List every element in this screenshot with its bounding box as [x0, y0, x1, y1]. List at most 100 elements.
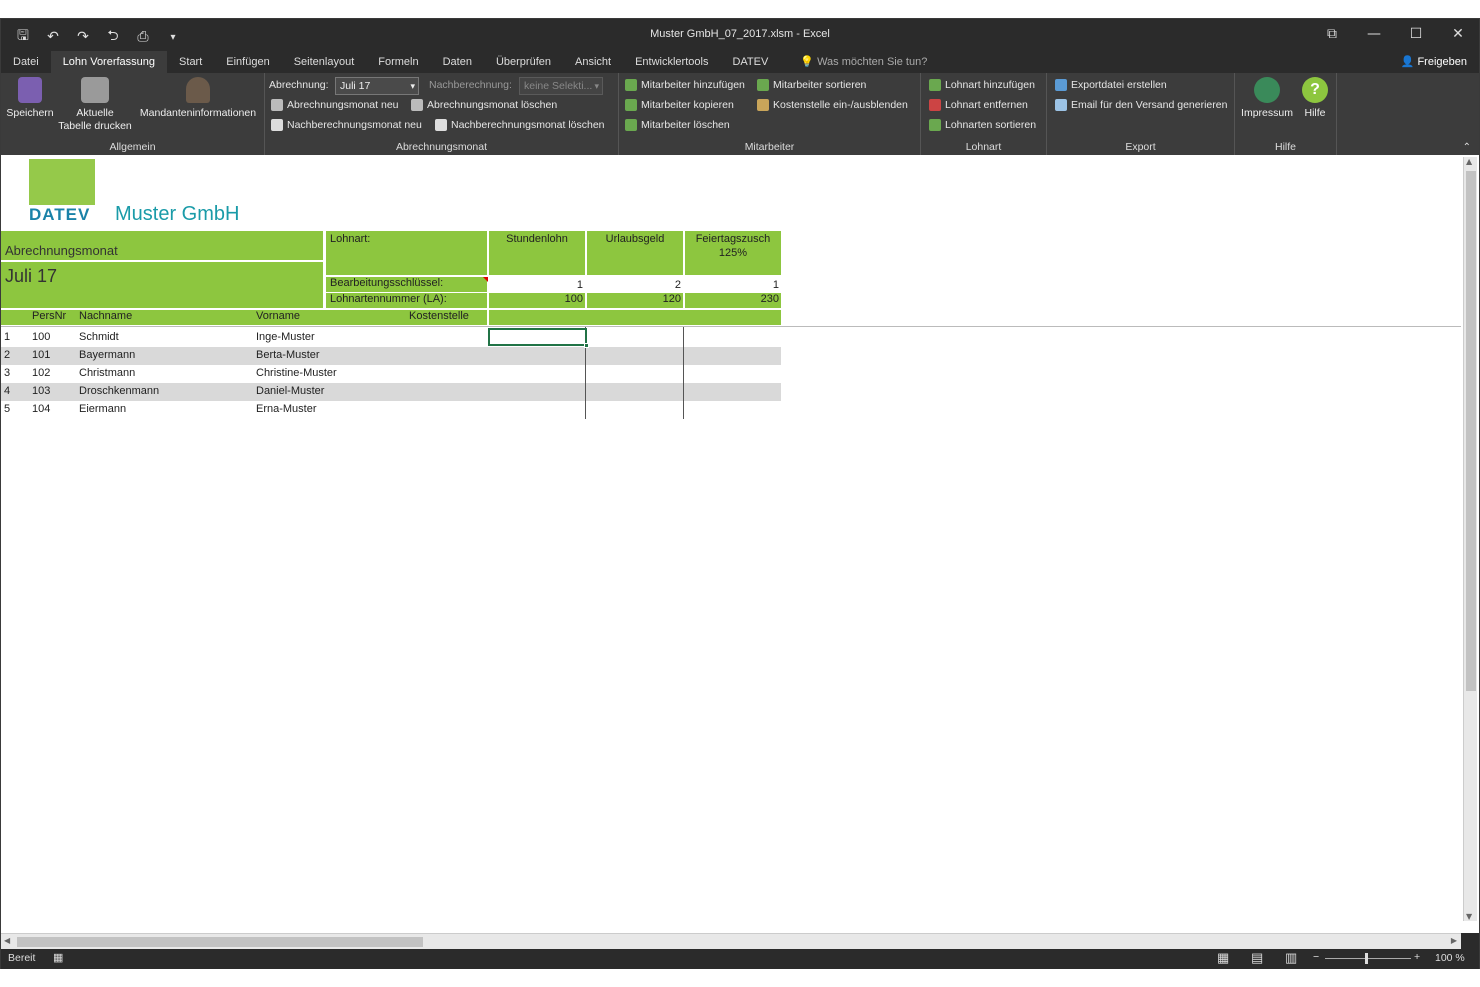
table-row[interactable]: 4 103 Droschkenmann Daniel-Muster [1, 383, 781, 401]
scroll-right-icon[interactable]: ▶ [1451, 936, 1457, 945]
wage-type-la-cell[interactable]: 230 [685, 293, 781, 308]
fill-handle[interactable] [584, 343, 589, 348]
page-layout-view-icon[interactable]: ▤ [1251, 950, 1263, 966]
wage-type-name-cell[interactable]: Feiertagszusch 125% [685, 231, 781, 275]
share-button[interactable]: 👤 Freigeben [1401, 51, 1467, 73]
delete-recalc-button[interactable]: Nachberechnungsmonat löschen [435, 119, 605, 131]
new-month-button[interactable]: Abrechnungsmonat neu [271, 99, 399, 111]
ribbon-display-icon[interactable]: ⧉ [1311, 19, 1353, 49]
cell-persnr[interactable]: 104 [32, 403, 50, 415]
tab-ueberpruefen[interactable]: Überprüfen [484, 51, 563, 73]
cell-persnr[interactable]: 103 [32, 385, 50, 397]
page-break-view-icon[interactable]: ▥ [1285, 950, 1297, 966]
tab-daten[interactable]: Daten [431, 51, 484, 73]
tab-start[interactable]: Start [167, 51, 214, 73]
generate-email-button[interactable]: Email für den Versand generieren [1055, 99, 1227, 111]
add-wage-type-button[interactable]: Lohnart hinzufügen [929, 79, 1035, 91]
wage-type-key[interactable]: 1 [489, 279, 583, 291]
cell-vorname[interactable]: Inge-Muster [256, 331, 315, 343]
sort-employees-button[interactable]: Mitarbeiter sortieren [757, 79, 866, 91]
minimize-icon[interactable]: — [1353, 19, 1395, 49]
header-kostenstelle[interactable]: Kostenstelle [409, 310, 469, 322]
worksheet[interactable]: DATEV Muster GmbH Abrechnungsmonat Juli … [1, 155, 1479, 933]
close-icon[interactable]: ✕ [1437, 19, 1479, 49]
copy-employee-button[interactable]: Mitarbeiter kopieren [625, 99, 734, 111]
sort-wage-types-button[interactable]: Lohnarten sortieren [929, 119, 1036, 131]
tab-entwicklertools[interactable]: Entwicklertools [623, 51, 720, 73]
zoom-in-icon[interactable]: + [1414, 951, 1420, 963]
scroll-left-icon[interactable]: ◀ [4, 936, 10, 945]
cell-vorname[interactable]: Berta-Muster [256, 349, 320, 361]
scroll-up-icon[interactable]: ▲ [1466, 157, 1472, 166]
month-label-cell[interactable]: Abrechnungsmonat [1, 231, 323, 261]
create-export-button[interactable]: Exportdatei erstellen [1055, 79, 1167, 91]
print-table-button[interactable]: Aktuelle Tabelle drucken [57, 77, 133, 133]
table-row[interactable]: 2 101 Bayermann Berta-Muster [1, 347, 781, 365]
remove-wage-type-button[interactable]: Lohnart entfernen [929, 99, 1028, 111]
wage-type-name-cell[interactable]: Stundenlohn [489, 231, 585, 275]
add-employee-button[interactable]: Mitarbeiter hinzufügen [625, 79, 745, 91]
scroll-down-icon[interactable]: ▼ [1466, 912, 1472, 921]
collapse-ribbon-icon[interactable]: ⌃ [1463, 142, 1471, 153]
zoom-level[interactable]: 100 % [1435, 952, 1465, 964]
delete-employee-button[interactable]: Mitarbeiter löschen [625, 119, 730, 131]
tab-einfuegen[interactable]: Einfügen [214, 51, 281, 73]
zoom-slider-thumb[interactable] [1365, 953, 1368, 964]
la-label-cell[interactable]: Lohnartennummer (LA): [326, 293, 487, 308]
vertical-scrollbar[interactable]: ▲ ▼ [1463, 157, 1477, 921]
tell-me-box[interactable]: 💡 Was möchten Sie tun? [788, 51, 939, 73]
table-row[interactable]: 5 104 Eiermann Erna-Muster [1, 401, 781, 419]
abrechnung-dropdown[interactable]: Juli 17 ▾ [335, 77, 419, 95]
tab-formeln[interactable]: Formeln [366, 51, 430, 73]
key-label-cell[interactable]: Bearbeitungsschlüssel: [326, 277, 487, 292]
vertical-scroll-thumb[interactable] [1466, 171, 1476, 691]
table-row[interactable]: 3 102 Christmann Christine-Muster [1, 365, 781, 383]
cell-persnr[interactable]: 100 [32, 331, 50, 343]
wage-type-la-cell[interactable]: 120 [587, 293, 683, 308]
horizontal-scrollbar[interactable]: ◀ ▶ [1, 933, 1461, 949]
active-cell-selection[interactable] [488, 328, 587, 346]
wage-type-key[interactable]: 2 [587, 279, 681, 291]
save-button[interactable]: Speichern [5, 77, 55, 120]
horizontal-scroll-thumb[interactable] [17, 937, 423, 947]
tab-ansicht[interactable]: Ansicht [563, 51, 623, 73]
cell-persnr[interactable]: 101 [32, 349, 50, 361]
new-recalc-button[interactable]: Nachberechnungsmonat neu [271, 119, 422, 131]
nachberechnung-dropdown[interactable]: keine Selekti... ▾ [519, 77, 603, 95]
cost-center-toggle-button[interactable]: Kostenstelle ein-/ausblenden [757, 99, 908, 111]
chevron-down-icon: ▾ [594, 81, 599, 91]
zoom-out-icon[interactable]: − [1313, 951, 1319, 963]
normal-view-icon[interactable]: ▦ [1217, 950, 1229, 966]
wage-type-la-cell[interactable]: 100 [489, 293, 585, 308]
maximize-icon[interactable]: ☐ [1395, 19, 1437, 49]
calendar-delete-icon [411, 99, 423, 111]
cell-vorname[interactable]: Erna-Muster [256, 403, 317, 415]
tab-lohn-vorerfassung[interactable]: Lohn Vorerfassung [50, 51, 168, 73]
zoom-slider[interactable] [1325, 958, 1411, 959]
delete-month-button[interactable]: Abrechnungsmonat löschen [411, 99, 557, 111]
cell-vorname[interactable]: Daniel-Muster [256, 385, 324, 397]
month-value-cell[interactable]: Juli 17 [1, 262, 323, 308]
cell-nachname[interactable]: Bayermann [79, 349, 135, 361]
cell-nachname[interactable]: Christmann [79, 367, 135, 379]
wage-type-key[interactable]: 1 [685, 279, 779, 291]
header-persnr[interactable]: PersNr [32, 310, 66, 322]
help-button[interactable]: ? Hilfe [1297, 77, 1333, 120]
tab-datev[interactable]: DATEV [720, 51, 780, 73]
tab-seitenlayout[interactable]: Seitenlayout [282, 51, 367, 73]
lohnart-label-cell[interactable]: Lohnart: [326, 231, 487, 275]
cell-nachname[interactable]: Eiermann [79, 403, 126, 415]
table-row[interactable]: 1 100 Schmidt Inge-Muster [1, 329, 781, 347]
macro-record-icon[interactable]: ▦ [53, 951, 63, 964]
impressum-button[interactable]: Impressum [1239, 77, 1295, 120]
cell-nachname[interactable]: Droschkenmann [79, 385, 159, 397]
cell-persnr[interactable]: 102 [32, 367, 50, 379]
header-vorname[interactable]: Vorname [256, 310, 300, 322]
header-green-strip [489, 310, 781, 325]
tab-datei[interactable]: Datei [1, 51, 51, 73]
client-info-button[interactable]: Mandanteninformationen [135, 77, 261, 120]
header-nachname[interactable]: Nachname [79, 310, 132, 322]
cell-nachname[interactable]: Schmidt [79, 331, 119, 343]
cell-vorname[interactable]: Christine-Muster [256, 367, 337, 379]
wage-type-name-cell[interactable]: Urlaubsgeld [587, 231, 683, 275]
